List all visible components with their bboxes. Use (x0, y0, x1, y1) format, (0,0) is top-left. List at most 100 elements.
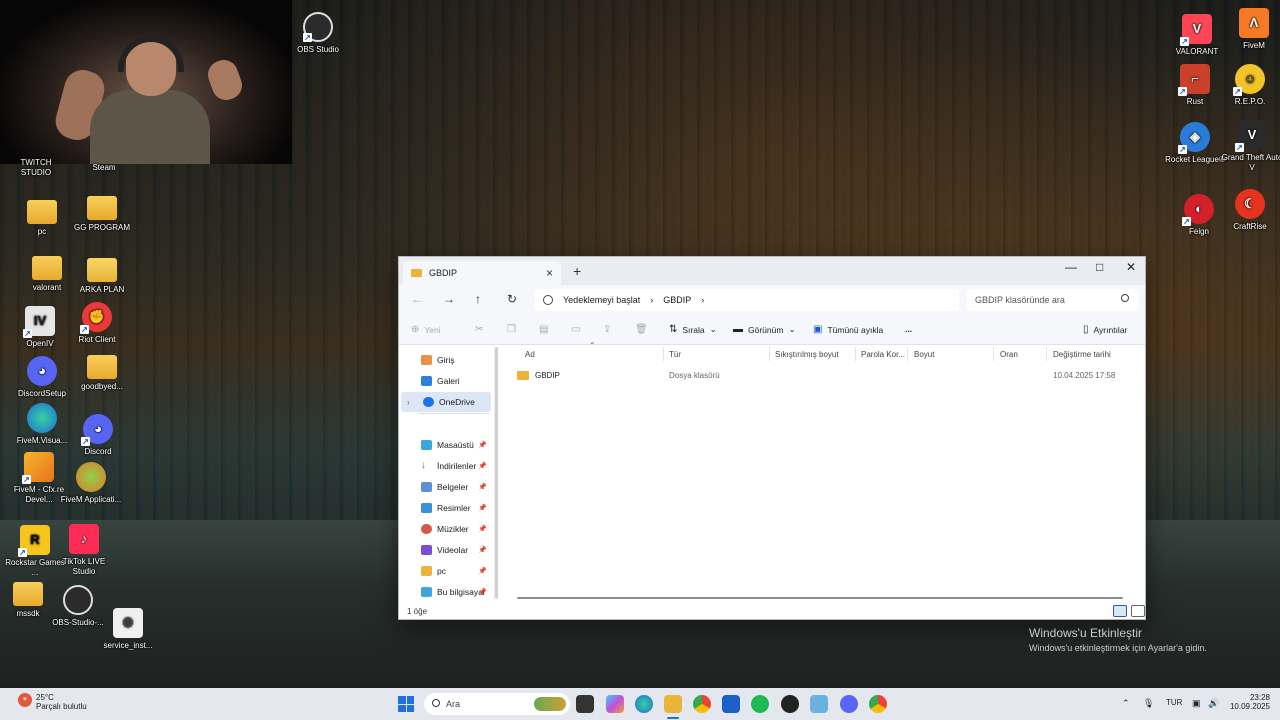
command-bar: ⊕ Yeni ✂ ❐ ▤ ▭ ⇪ 🗑 ⇅ Sırala ⌄ ▬ Görünüm ⌄ ▣ Tü… (399, 315, 1145, 345)
minimize-button[interactable]: — (1065, 260, 1077, 274)
network-app-icon[interactable] (810, 695, 828, 713)
share-button[interactable]: ⇪ (603, 324, 611, 335)
spotify-icon[interactable] (751, 695, 769, 713)
volume-icon[interactable]: 🔊 (1208, 698, 1219, 709)
tiles-view-button[interactable] (1131, 605, 1145, 617)
refresh-icon[interactable]: ↻ (507, 292, 517, 306)
new-button[interactable]: ⊕ Yeni (411, 324, 441, 335)
desktop-icon-fivem-visual[interactable]: FiveM.Visua... (11, 403, 73, 446)
breadcrumb-item[interactable]: Yedeklemeyi başlat (563, 295, 640, 305)
desktop-icon-goodbyed[interactable]: goodbyed... (71, 351, 133, 392)
desktop-icon-discordsetup[interactable]: ◕ DiscordSetup (11, 356, 73, 399)
desktop-icon-riot-client[interactable]: ✊ ↗ Riot Client (66, 302, 128, 345)
sidebar-item-downloads[interactable]: ↓ İndirilenler 📌 (399, 456, 491, 476)
folder-icon (87, 355, 117, 379)
clock[interactable]: 23:28 10.09.2025 (1226, 693, 1270, 711)
task-view-icon[interactable] (576, 695, 594, 713)
desktop-icon-valorant-folder[interactable]: valorant (16, 252, 78, 293)
desktop-icon-repo[interactable]: ☺ ↗ R.E.P.O. (1219, 64, 1280, 107)
horizontal-scrollbar[interactable] (517, 597, 1123, 599)
weather-widget[interactable]: ☀ 25°C Parçalı bulutlu (18, 693, 87, 711)
desktop-icon-discord[interactable]: ◕ ↗ Discord (67, 414, 129, 457)
column-header-size[interactable]: Boyut (914, 350, 934, 359)
store-icon[interactable] (722, 695, 740, 713)
folder-icon (411, 269, 422, 277)
sidebar-scrollbar[interactable] (495, 347, 498, 599)
breadcrumb[interactable]: Yedeklemeyi başlat › GBDIP › (535, 289, 959, 311)
new-tab-button[interactable]: + (573, 263, 581, 279)
microphone-icon[interactable]: 🎙 (1143, 698, 1154, 709)
cut-button[interactable]: ✂ (475, 324, 483, 335)
sidebar-item-pictures[interactable]: Resimler 📌 (399, 498, 491, 518)
desktop-icon-pc[interactable]: pc (11, 196, 73, 237)
details-pane-button[interactable]: ▯ Ayrıntılar (1083, 324, 1127, 335)
desktop-icon-rocket-league[interactable]: ◈ ↗ Rocket League® (1164, 122, 1226, 165)
desktop-icon-twitch-studio[interactable]: TWITCH STUDIO (5, 158, 67, 178)
desktop-icon-obs-studio[interactable]: ↗ OBS Studio (287, 12, 349, 55)
desktop-icon-fivem[interactable]: Λ FiveM (1223, 8, 1280, 51)
fivem-icon: Λ (1239, 8, 1269, 38)
sidebar-item-onedrive[interactable]: › OneDrive (401, 392, 491, 412)
more-options-button[interactable]: ... (905, 324, 912, 334)
tab-gbdip[interactable]: GBDIP × (403, 261, 561, 285)
breadcrumb-item[interactable]: GBDIP (663, 295, 691, 305)
chrome-icon[interactable] (869, 695, 887, 713)
chevron-up-icon[interactable]: ⌃ (1122, 698, 1130, 709)
paste-button[interactable]: ▤ (539, 324, 548, 335)
sidebar-item-label: Belgeler (437, 482, 469, 492)
sidebar-item-desktop[interactable]: Masaüstü 📌 (399, 435, 491, 455)
up-arrow-icon[interactable]: ↑ (475, 292, 481, 306)
desktop-icon-steam[interactable]: Steam (73, 163, 135, 173)
taskbar-search[interactable]: Ara (424, 693, 570, 715)
sidebar-item-music[interactable]: Müzikler 📌 (399, 519, 491, 539)
sidebar-item-gallery[interactable]: Galeri (399, 371, 491, 391)
sidebar-item-this-pc[interactable]: Bu bilgisayar 📌 (399, 582, 491, 602)
column-header-type[interactable]: Tür (669, 350, 681, 359)
copilot-icon[interactable] (606, 695, 624, 713)
desktop-icon-fivem-application[interactable]: FiveM Applicati... (60, 462, 122, 505)
column-header-date-modified[interactable]: Değiştirme tarihi (1053, 350, 1111, 359)
close-tab-icon[interactable]: × (546, 266, 553, 280)
maximize-button[interactable]: □ (1096, 260, 1103, 274)
desktop-icon-rust[interactable]: ⌐ ↗ Rust (1164, 64, 1226, 107)
desktop-icon-label: FiveM.Visua... (16, 436, 68, 445)
back-arrow-icon[interactable]: ← (411, 292, 423, 306)
view-button[interactable]: ▬ Görünüm ⌄ (733, 324, 796, 335)
column-separator (907, 347, 908, 361)
chrome-icon[interactable] (693, 695, 711, 713)
extract-all-button[interactable]: ▣ Tümünü ayıkla (813, 324, 883, 335)
column-header-password[interactable]: Parola Kor... (861, 350, 905, 359)
close-button[interactable]: ✕ (1126, 260, 1136, 274)
start-button[interactable] (398, 696, 414, 712)
delete-button[interactable]: 🗑 (635, 324, 648, 335)
search-input[interactable]: GBDIP klasöründe ara (967, 289, 1139, 311)
network-icon[interactable]: ▣ (1192, 698, 1201, 709)
tiktok-icon: ♪ (69, 524, 99, 554)
desktop-icon-tiktok-live[interactable]: ♪ TikTok LIVE Studio (53, 524, 115, 577)
discord-icon[interactable] (840, 695, 858, 713)
rename-button[interactable]: ▭ (571, 324, 580, 335)
table-row[interactable]: GBDIP Dosya klasörü 10.04.2025 17:58 (511, 367, 1137, 385)
sort-button[interactable]: ⇅ Sırala ⌄ (669, 324, 717, 335)
desktop-icon-craftrise[interactable]: ☾ CraftRise (1219, 189, 1280, 232)
desktop-icon-gta-v[interactable]: V ↗ Grand Theft Auto V (1221, 120, 1280, 173)
forward-arrow-icon[interactable]: → (443, 292, 455, 306)
column-header-compressed-size[interactable]: Sıkıştırılmış boyut (775, 350, 839, 359)
sidebar-item-documents[interactable]: Belgeler 📌 (399, 477, 491, 497)
github-icon[interactable] (781, 695, 799, 713)
file-explorer-icon[interactable] (664, 695, 682, 713)
column-header-name[interactable]: Ad (525, 350, 535, 359)
sidebar-item-videos[interactable]: Videolar 📌 (399, 540, 491, 560)
column-header-ratio[interactable]: Oran (1000, 350, 1018, 359)
copy-button[interactable]: ❐ (507, 324, 516, 335)
language-indicator[interactable]: TUR (1166, 698, 1182, 707)
details-view-button[interactable] (1113, 605, 1127, 617)
desktop-icon-gg-program[interactable]: GG PROGRAM (71, 192, 133, 233)
desktop-icon-openiv[interactable]: IV ↗ OpenIV (9, 306, 71, 349)
edge-icon[interactable] (635, 695, 653, 713)
desktop-icon-arka-plan[interactable]: ARKA PLAN (71, 254, 133, 295)
sidebar-item-pc[interactable]: pc 📌 (399, 561, 491, 581)
desktop-icon-service-installer[interactable]: ⚙ service_inst... (97, 608, 159, 651)
sidebar-item-home[interactable]: Giriş (399, 350, 491, 370)
desktop-icon-valorant[interactable]: V ↗ VALORANT (1166, 14, 1228, 57)
